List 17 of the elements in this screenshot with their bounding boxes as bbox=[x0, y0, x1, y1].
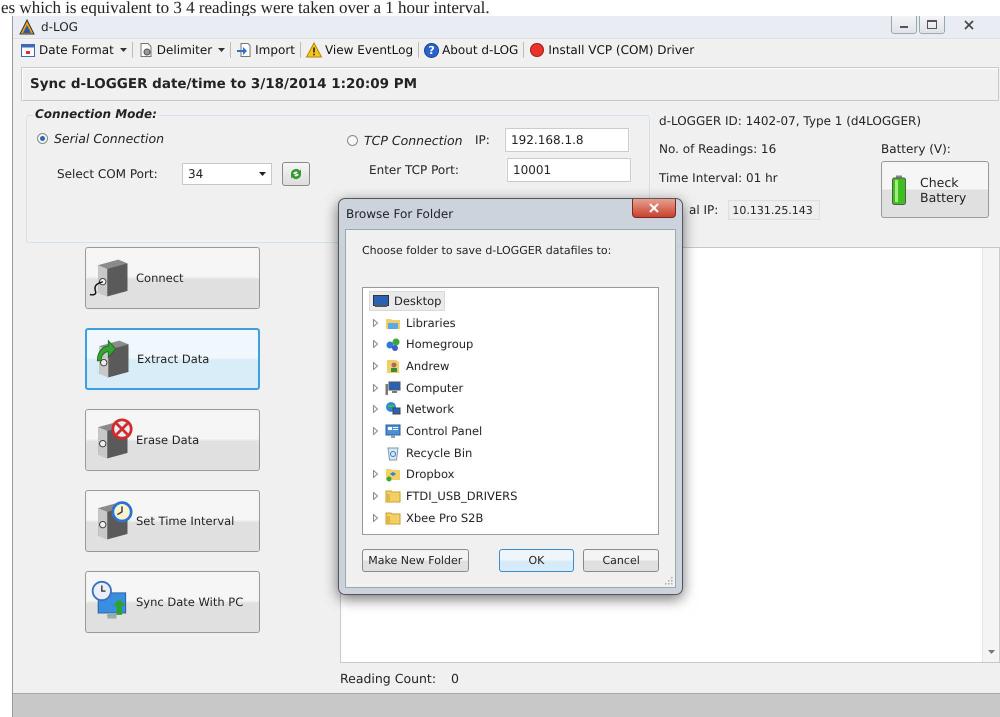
field-label: Enter TCP Port: bbox=[369, 163, 460, 177]
dialog-title: Browse For Folder bbox=[346, 207, 454, 221]
reading-count-label: Reading Count: bbox=[340, 670, 436, 686]
document-text: es which is equivalent to 3 4 readings were taken over a 1 hour interval. bbox=[0, 0, 491, 16]
battery-label: Battery (V): bbox=[881, 141, 952, 158]
help-icon: ? bbox=[424, 42, 440, 58]
logger-id-text: d-LOGGER ID: 1402-07, Type 1 (d4LOGGER) bbox=[659, 113, 922, 130]
reading-count-value: 0 bbox=[451, 670, 459, 686]
interval-text: Time Interval: 01 hr bbox=[659, 170, 779, 187]
field-label: IP: bbox=[475, 133, 491, 147]
dialog-prompt: Choose folder to save d-LOGGER datafiles to: bbox=[362, 244, 612, 257]
field-label: al IP: bbox=[689, 203, 718, 217]
window-title: d-LOG bbox=[41, 20, 78, 34]
readings-text: No. of Readings: 16 bbox=[659, 141, 778, 158]
sync-status-text: Sync d-LOGGER date/time to 3/18/2014 1:20:09 PM bbox=[30, 76, 418, 92]
group-legend: Connection Mode: bbox=[33, 107, 159, 121]
field-label: Select COM Port: bbox=[57, 167, 159, 181]
